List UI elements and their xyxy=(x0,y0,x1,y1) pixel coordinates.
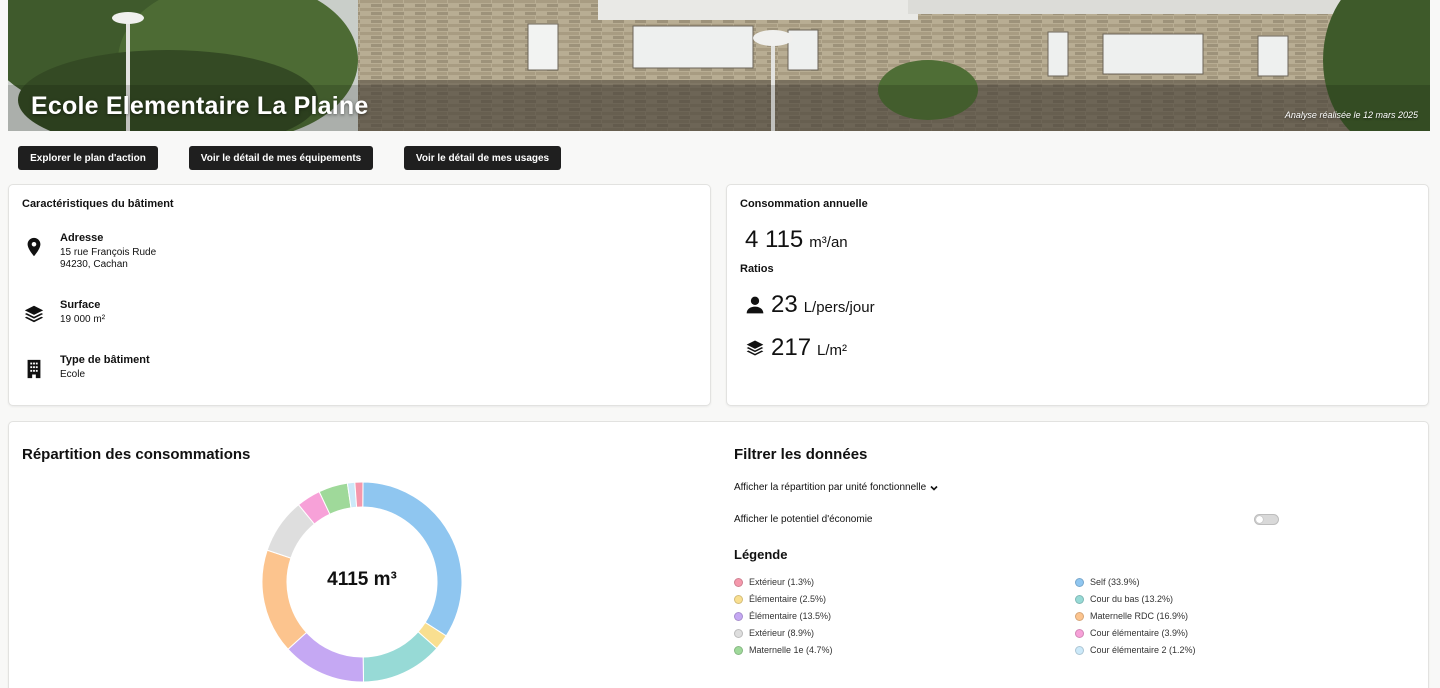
building-card-title: Caractéristiques du bâtiment xyxy=(22,198,174,210)
annual-consumption-card: Consommation annuelle 4 115 m³/an Ratios… xyxy=(726,184,1429,406)
building-type-value: Ecole xyxy=(60,369,86,380)
legend-item: Élémentaire (2.5%) xyxy=(734,594,826,604)
filters-title: Filtrer les données xyxy=(734,446,868,463)
donut-total-label: 4115 m³ xyxy=(327,569,397,590)
legend-color-dot xyxy=(734,611,743,621)
legend-color-dot xyxy=(1075,594,1084,604)
legend-color-dot xyxy=(1075,628,1084,638)
legend-item: Self (33.9%) xyxy=(1075,577,1140,587)
legend-color-dot xyxy=(1075,645,1084,655)
legend-label: Maternelle 1e (4.7%) xyxy=(749,645,833,655)
surface-value: 19 000 m² xyxy=(60,314,106,325)
address-line-2: 94230, Cachan xyxy=(60,259,128,270)
per-person-unit: L/pers/jour xyxy=(803,299,875,316)
legend-color-dot xyxy=(734,594,743,604)
legend-label: Cour du bas (13.2%) xyxy=(1090,594,1174,604)
toggle-knob xyxy=(1256,516,1263,523)
equipments-detail-button[interactable]: Voir le détail de mes équipements xyxy=(189,146,373,170)
address-block: Adresse 15 rue François Rude 94230, Cach… xyxy=(23,232,156,271)
annual-consumption-row: 4 115 m³/an xyxy=(745,226,848,254)
annual-consumption-unit: m³/an xyxy=(809,234,848,251)
per-person-value: 23 xyxy=(771,291,798,318)
per-person-ratio-row: 23 L/pers/jour xyxy=(745,291,875,319)
functional-unit-select[interactable]: Afficher la répartition par unité foncti… xyxy=(734,482,939,493)
layers-icon xyxy=(24,305,44,323)
explore-action-plan-button[interactable]: Explorer le plan d'action xyxy=(18,146,158,170)
location-pin-icon xyxy=(27,237,41,257)
layers-icon xyxy=(746,340,764,356)
usages-detail-button[interactable]: Voir le détail de mes usages xyxy=(404,146,561,170)
per-surface-value: 217 xyxy=(771,334,812,361)
ratios-label: Ratios xyxy=(740,263,774,275)
legend-item: Maternelle RDC (16.9%) xyxy=(1075,611,1188,621)
functional-unit-select-label: Afficher la répartition par unité foncti… xyxy=(734,482,927,493)
legend-item: Élémentaire (13.5%) xyxy=(734,611,831,621)
page-title: Ecole Elementaire La Plaine xyxy=(31,92,369,120)
legend-item: Cour élémentaire (3.9%) xyxy=(1075,628,1188,638)
savings-potential-toggle[interactable] xyxy=(1254,514,1279,525)
legend-label: Élémentaire (2.5%) xyxy=(749,594,827,604)
legend-title: Légende xyxy=(734,547,788,562)
donut-slice-9[interactable] xyxy=(354,481,364,508)
legend-item: Cour du bas (13.2%) xyxy=(1075,594,1173,604)
legend-label: Extérieur (8.9%) xyxy=(749,628,815,638)
donut-slice-4[interactable] xyxy=(261,549,308,650)
per-surface-ratio-row: 217 L/m² xyxy=(745,334,847,362)
legend-color-dot xyxy=(734,628,743,638)
donut-slice-3[interactable] xyxy=(287,631,365,683)
analysis-date: Analyse réalisée le 12 mars 2025 xyxy=(1284,110,1418,120)
donut-slice-2[interactable] xyxy=(362,631,438,683)
annual-consumption-value: 4 115 xyxy=(745,226,804,253)
address-label: Adresse xyxy=(60,232,104,244)
savings-potential-label: Afficher le potentiel d'économie xyxy=(734,514,873,525)
building-icon xyxy=(27,359,41,379)
per-surface-unit: L/m² xyxy=(817,342,848,359)
person-icon xyxy=(746,296,764,314)
address-line-1: 15 rue François Rude xyxy=(60,247,157,258)
legend-label: Cour élémentaire 2 (1.2%) xyxy=(1090,645,1196,655)
legend-label: Maternelle RDC (16.9%) xyxy=(1090,611,1189,621)
legend-color-dot xyxy=(734,577,743,587)
legend-item: Cour élémentaire 2 (1.2%) xyxy=(1075,645,1196,655)
hero-banner: Ecole Elementaire La Plaine Analyse réal… xyxy=(8,0,1430,131)
building-characteristics-card: Caractéristiques du bâtiment Adresse 15 … xyxy=(8,184,711,406)
legend-item: Maternelle 1e (4.7%) xyxy=(734,645,833,655)
legend-label: Élémentaire (13.5%) xyxy=(749,611,832,621)
surface-block: Surface 19 000 m² xyxy=(23,299,105,326)
legend-item: Extérieur (8.9%) xyxy=(734,628,814,638)
surface-label: Surface xyxy=(60,299,101,311)
building-type-block: Type de bâtiment Ecole xyxy=(23,354,150,381)
legend-label: Self (33.9%) xyxy=(1090,577,1140,587)
legend-color-dot xyxy=(1075,577,1084,587)
donut-slice-0[interactable] xyxy=(362,481,463,637)
building-type-label: Type de bâtiment xyxy=(60,354,150,366)
legend-color-dot xyxy=(734,645,743,655)
legend-color-dot xyxy=(1075,611,1084,621)
chevron-down-icon xyxy=(930,485,938,491)
distribution-title: Répartition des consommations xyxy=(22,446,251,463)
consumption-card-title: Consommation annuelle xyxy=(740,198,868,210)
legend-item: Extérieur (1.3%) xyxy=(734,577,814,587)
legend-label: Extérieur (1.3%) xyxy=(749,577,815,587)
legend-label: Cour élémentaire (3.9%) xyxy=(1090,628,1189,638)
